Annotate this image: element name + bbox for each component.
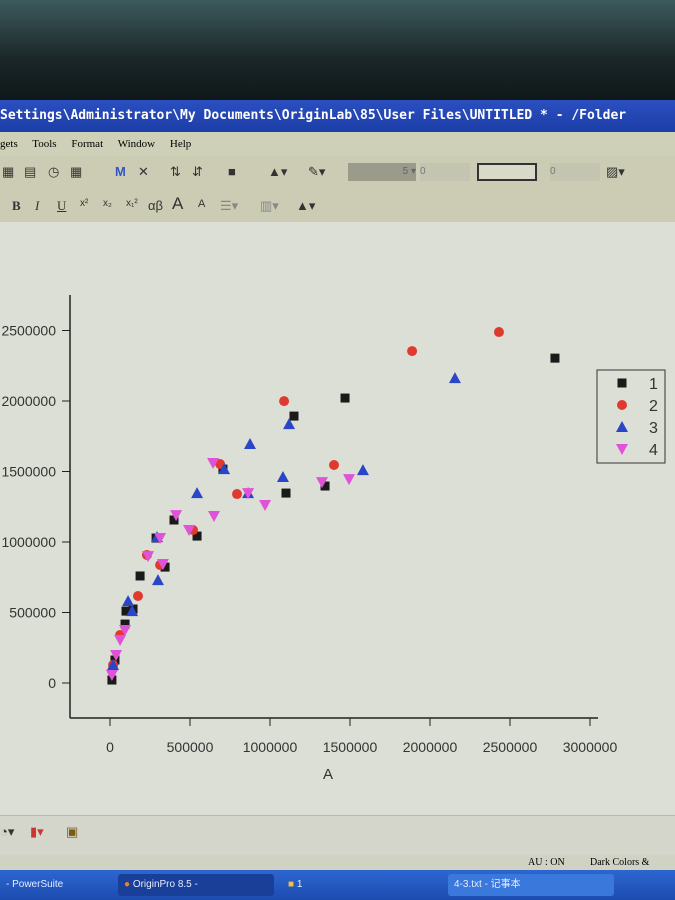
- data-point-down-triangle: [114, 634, 127, 646]
- y-tick-label: 0: [48, 675, 56, 691]
- taskbar: - PowerSuite ● OriginPro 8.5 - ■ 1 4-3.t…: [0, 870, 675, 900]
- data-point-square: [135, 571, 145, 581]
- data-point-circle: [279, 396, 290, 407]
- data-point-down-triangle: [208, 511, 220, 523]
- status-theme: Dark Colors &: [590, 857, 650, 868]
- x-tick-label: 2000000: [403, 739, 458, 755]
- taskbar-item-notepad[interactable]: 4-3.txt - 记事本: [448, 874, 614, 896]
- data-point-triangle: [152, 574, 164, 586]
- x-tick-label: 500000: [167, 739, 214, 755]
- scatter-chart: 0 500000 1000000 1500000 2000000 2500000 30000…: [1, 295, 666, 783]
- data-point-down-triangle: [259, 500, 272, 512]
- data-point-down-triangle: [343, 474, 356, 486]
- data-point-square: [617, 378, 627, 388]
- data-point-circle: [407, 346, 418, 357]
- x-tick-label: 1500000: [323, 739, 378, 755]
- data-point-triangle: [356, 464, 369, 476]
- y-tick-label: 500000: [9, 605, 56, 621]
- taskbar-item-powersuite[interactable]: - PowerSuite: [0, 874, 111, 896]
- data-point-square: [289, 411, 299, 421]
- taskbar-item-origin[interactable]: ● OriginPro 8.5 -: [118, 874, 274, 896]
- data-point-triangle: [244, 438, 256, 450]
- data-point-triangle: [122, 595, 135, 607]
- data-point-triangle: [191, 487, 204, 499]
- data-point-square: [550, 353, 560, 363]
- script-icon[interactable]: ▣: [66, 824, 78, 840]
- data-point-circle: [617, 400, 627, 410]
- data-point-circle: [133, 591, 143, 602]
- x-tick-label: 1000000: [243, 739, 298, 755]
- plot-type-icon[interactable]: ▮▾: [30, 824, 44, 840]
- data-point-circle: [232, 489, 243, 500]
- y-tick-label: 2000000: [1, 393, 56, 409]
- folder-icon: ■: [288, 879, 295, 890]
- rotate-icon[interactable]: ◔▾: [0, 824, 14, 840]
- x-axis-label: A: [323, 766, 333, 783]
- x-tick-label: 0: [106, 739, 114, 755]
- x-tick-label: 3000000: [563, 739, 618, 755]
- y-tick-label: 1000000: [1, 534, 56, 550]
- data-point-circle: [493, 327, 504, 338]
- y-tick-label: 2500000: [1, 323, 56, 339]
- legend-label-1: 1: [649, 376, 658, 393]
- data-point-triangle: [616, 421, 628, 432]
- status-au: AU : ON: [528, 857, 565, 868]
- bottom-toolbar: ◔▾ ▮▾ ▣: [0, 815, 675, 856]
- origin-icon: ●: [124, 879, 131, 890]
- data-point-down-triangle: [616, 444, 628, 455]
- legend-label-3: 3: [649, 420, 658, 437]
- legend-label-2: 2: [649, 398, 658, 415]
- data-point-triangle: [276, 470, 289, 482]
- data-point-square: [281, 488, 291, 498]
- legend-label-4: 4: [649, 442, 658, 459]
- taskbar-item-folder[interactable]: ■ 1: [282, 874, 438, 896]
- x-tick-label: 2500000: [483, 739, 538, 755]
- data-point-square: [340, 393, 350, 403]
- y-tick-label: 1500000: [1, 464, 56, 480]
- data-point-circle: [329, 460, 339, 471]
- data-point-triangle: [448, 372, 461, 384]
